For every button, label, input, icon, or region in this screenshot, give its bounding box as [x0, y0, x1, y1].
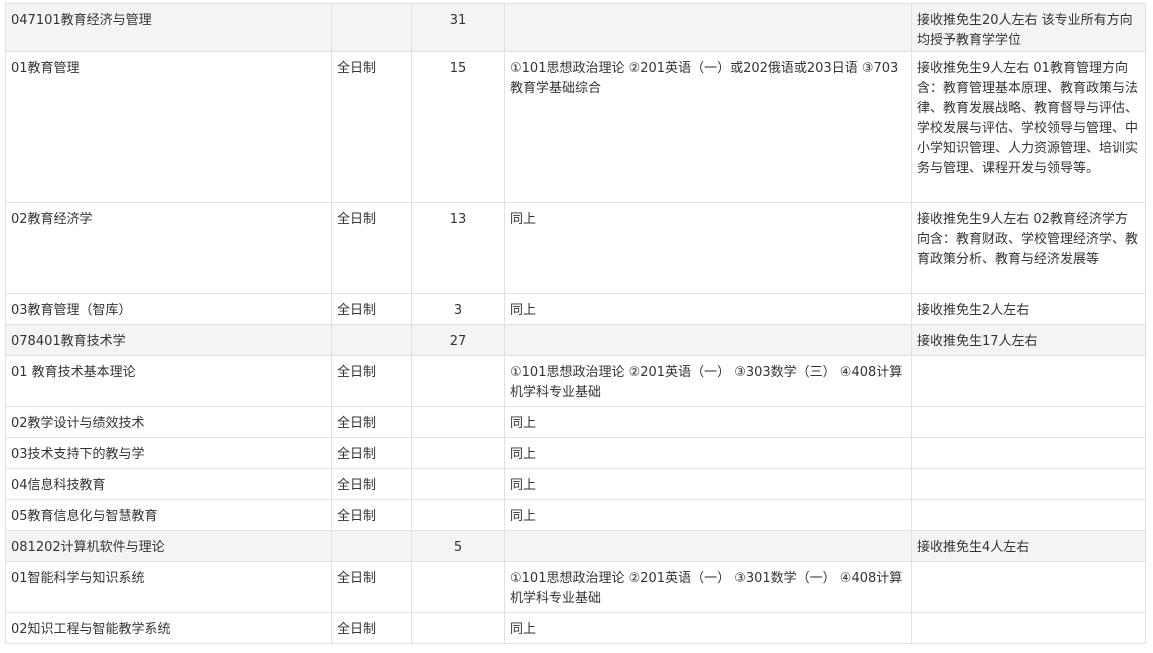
notes-cell: [911, 499, 1146, 531]
study-mode-cell: 全日制: [331, 355, 412, 407]
study-mode-cell: [331, 3, 412, 52]
enrollment-plan-cell: [411, 355, 505, 407]
enrollment-plan-cell: [411, 561, 505, 613]
direction-row: 02知识工程与智能教学系统 全日制 同上: [5, 612, 1146, 644]
enrollment-plan-cell: [411, 499, 505, 531]
direction-name-cell: 01教育管理: [5, 51, 332, 203]
direction-row: 01教育管理 全日制 15 ①101思想政治理论 ②201英语（一）或202俄语或20…: [5, 51, 1146, 203]
exam-subjects-cell: [504, 324, 912, 356]
direction-row: 05教育信息化与智慧教育 全日制 同上: [5, 499, 1146, 531]
notes-cell: [911, 468, 1146, 500]
study-mode-cell: 全日制: [331, 202, 412, 294]
notes-cell: 接收推免生4人左右: [911, 530, 1146, 562]
study-mode-cell: 全日制: [331, 51, 412, 203]
notes-cell: [911, 355, 1146, 407]
direction-name-cell: 02知识工程与智能教学系统: [5, 612, 332, 644]
notes-cell: 接收推免生9人左右 02教育经济学方向含：教育财政、学校管理经济学、教育政策分析…: [911, 202, 1146, 294]
enrollment-plan-cell: [411, 612, 505, 644]
notes-cell: [911, 561, 1146, 613]
enrollment-plan-cell: 31: [411, 3, 505, 52]
direction-row: 02教育经济学 全日制 13 同上 接收推免生9人左右 02教育经济学方向含：教育财政、…: [5, 202, 1146, 294]
study-mode-cell: 全日制: [331, 612, 412, 644]
notes-cell: [911, 612, 1146, 644]
exam-subjects-cell: 同上: [504, 202, 912, 294]
exam-subjects-cell: ①101思想政治理论 ②201英语（一）或202俄语或203日语 ③703教育学…: [504, 51, 912, 203]
notes-cell: 接收推免生20人左右 该专业所有方向均授予教育学学位: [911, 3, 1146, 52]
direction-name-cell: 02教学设计与绩效技术: [5, 406, 332, 438]
enrollment-plan-cell: 13: [411, 202, 505, 294]
direction-row: 02教学设计与绩效技术 全日制 同上: [5, 406, 1146, 438]
exam-subjects-cell: ①101思想政治理论 ②201英语（一） ③301数学（一） ④408计算机学科…: [504, 561, 912, 613]
exam-subjects-cell: ①101思想政治理论 ②201英语（一） ③303数学（三） ④408计算机学科…: [504, 355, 912, 407]
notes-cell: [911, 406, 1146, 438]
enrollment-plan-cell: 15: [411, 51, 505, 203]
direction-row: 04信息科技教育 全日制 同上: [5, 468, 1146, 500]
exam-subjects-cell: 同上: [504, 612, 912, 644]
study-mode-cell: 全日制: [331, 293, 412, 325]
study-mode-cell: [331, 324, 412, 356]
enrollment-plan-cell: [411, 437, 505, 469]
exam-subjects-cell: 同上: [504, 468, 912, 500]
major-row: 081202计算机软件与理论 5 接收推免生4人左右: [5, 530, 1146, 562]
direction-name-cell: 01 教育技术基本理论: [5, 355, 332, 407]
direction-name-cell: 03技术支持下的教与学: [5, 437, 332, 469]
exam-subjects-cell: 同上: [504, 499, 912, 531]
exam-subjects-cell: 同上: [504, 437, 912, 469]
direction-name-cell: 02教育经济学: [5, 202, 332, 294]
direction-row: 01智能科学与知识系统 全日制 ①101思想政治理论 ②201英语（一） ③301数…: [5, 561, 1146, 613]
notes-cell: [911, 437, 1146, 469]
direction-name-cell: 05教育信息化与智慧教育: [5, 499, 332, 531]
exam-subjects-cell: [504, 3, 912, 52]
major-name-cell: 047101教育经济与管理: [5, 3, 332, 52]
study-mode-cell: 全日制: [331, 406, 412, 438]
notes-cell: 接收推免生9人左右 01教育管理方向含：教育管理基本原理、教育政策与法律、教育发…: [911, 51, 1146, 203]
study-mode-cell: [331, 530, 412, 562]
study-mode-cell: 全日制: [331, 561, 412, 613]
exam-subjects-cell: [504, 530, 912, 562]
study-mode-cell: 全日制: [331, 499, 412, 531]
direction-row: 01 教育技术基本理论 全日制 ①101思想政治理论 ②201英语（一） ③303数…: [5, 355, 1146, 407]
direction-name-cell: 03教育管理（智库）: [5, 293, 332, 325]
study-mode-cell: 全日制: [331, 437, 412, 469]
enrollment-plan-cell: [411, 468, 505, 500]
major-name-cell: 078401教育技术学: [5, 324, 332, 356]
major-name-cell: 081202计算机软件与理论: [5, 530, 332, 562]
direction-name-cell: 04信息科技教育: [5, 468, 332, 500]
enrollment-plan-cell: 3: [411, 293, 505, 325]
direction-row: 03技术支持下的教与学 全日制 同上: [5, 437, 1146, 469]
direction-name-cell: 01智能科学与知识系统: [5, 561, 332, 613]
notes-cell: 接收推免生17人左右: [911, 324, 1146, 356]
table-body: 047101教育经济与管理 31 接收推免生20人左右 该专业所有方向均授予教育学学…: [5, 3, 1146, 644]
direction-row: 03教育管理（智库） 全日制 3 同上 接收推免生2人左右: [5, 293, 1146, 325]
enrollment-plan-cell: 27: [411, 324, 505, 356]
study-mode-cell: 全日制: [331, 468, 412, 500]
major-row: 047101教育经济与管理 31 接收推免生20人左右 该专业所有方向均授予教育学学…: [5, 3, 1146, 52]
admissions-table: 047101教育经济与管理 31 接收推免生20人左右 该专业所有方向均授予教育学学…: [5, 3, 1146, 644]
exam-subjects-cell: 同上: [504, 406, 912, 438]
enrollment-plan-cell: [411, 406, 505, 438]
major-row: 078401教育技术学 27 接收推免生17人左右: [5, 324, 1146, 356]
exam-subjects-cell: 同上: [504, 293, 912, 325]
enrollment-plan-cell: 5: [411, 530, 505, 562]
notes-cell: 接收推免生2人左右: [911, 293, 1146, 325]
